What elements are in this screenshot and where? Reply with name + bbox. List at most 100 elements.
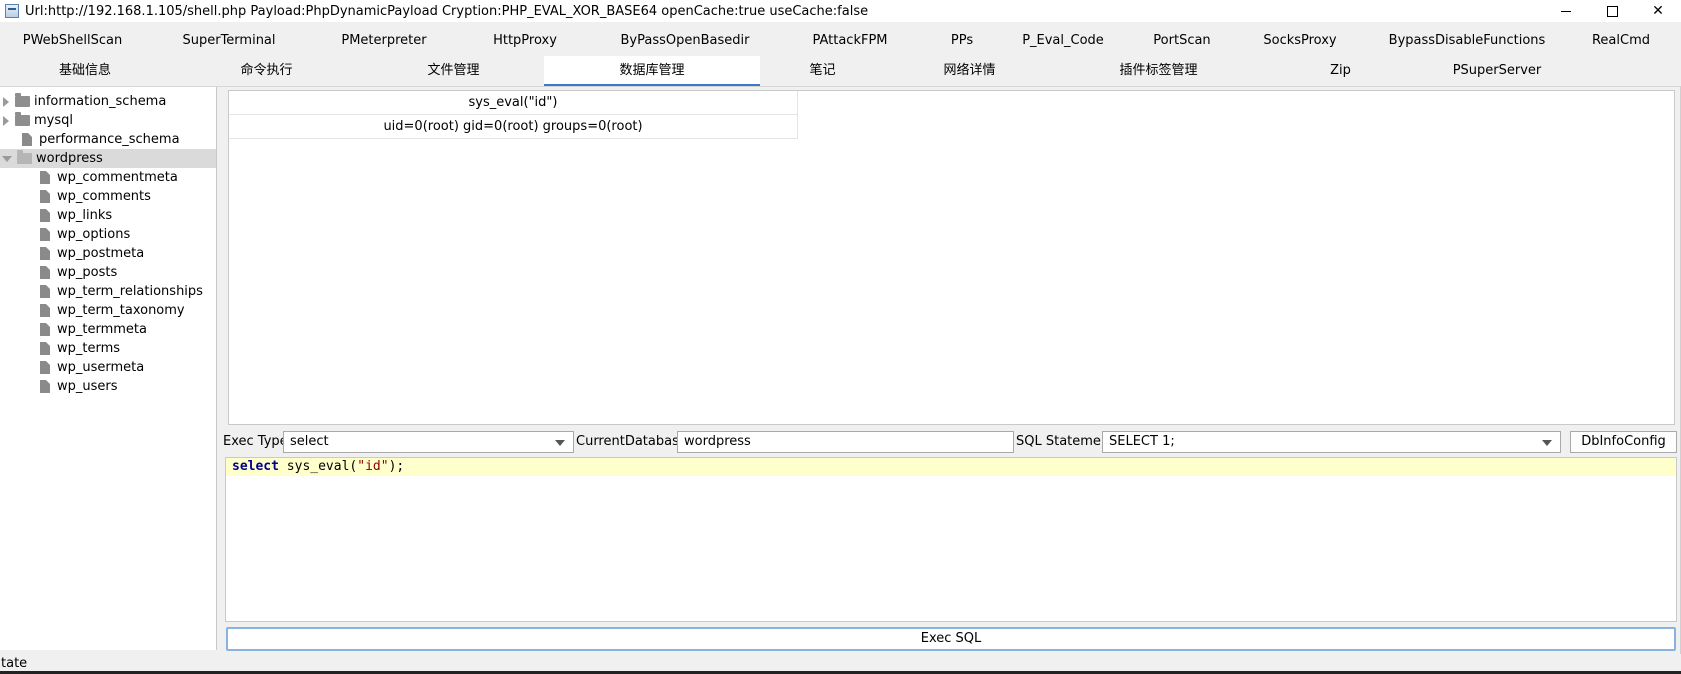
- current-database-value: wordpress: [684, 434, 751, 449]
- exec-type-label: Exec Type: [223, 434, 288, 449]
- tab-psuperserver[interactable]: PSuperServer: [1418, 56, 1576, 86]
- tree-node-label: mysql: [34, 113, 73, 128]
- tree-node-label: information_schema: [34, 94, 167, 109]
- tree-table-item[interactable]: wp_links: [0, 206, 216, 225]
- expand-arrow-icon[interactable]: [3, 115, 9, 126]
- database-tree: information_schema mysql performance_sch…: [0, 87, 217, 650]
- tab-plugin-manager[interactable]: 插件标签管理: [1054, 56, 1263, 86]
- table-icon: [40, 380, 50, 393]
- tab-portscan[interactable]: PortScan: [1127, 33, 1237, 48]
- tab-notes[interactable]: 笔记: [760, 56, 885, 86]
- sql-statement-value: SELECT 1;: [1109, 434, 1175, 449]
- tree-node-information-schema[interactable]: information_schema: [0, 92, 216, 111]
- tab-realcmd[interactable]: RealCmd: [1571, 33, 1671, 48]
- folder-icon: [15, 112, 30, 126]
- dbinfo-config-button[interactable]: DbInfoConfig: [1570, 431, 1677, 453]
- tree-table-item[interactable]: wp_usermeta: [0, 358, 216, 377]
- editor-current-line[interactable]: select sys_eval("id");: [226, 458, 1676, 476]
- table-name: wp_terms: [57, 341, 121, 356]
- table-icon: [40, 228, 50, 241]
- table-name: wp_comments: [57, 189, 151, 204]
- table-name: wp_posts: [57, 265, 118, 280]
- chevron-down-icon: [555, 440, 565, 446]
- app-window: Url:http://192.168.1.105/shell.php Paylo…: [0, 0, 1681, 674]
- query-results-table: sys_eval("id") uid=0(root) gid=0(root) g…: [228, 90, 1675, 425]
- close-button[interactable]: ✕: [1635, 0, 1681, 22]
- tree-node-mysql[interactable]: mysql: [0, 111, 216, 130]
- tab-pattackfpm[interactable]: PAttackFPM: [775, 33, 925, 48]
- tab-file-manager[interactable]: 文件管理: [363, 56, 544, 86]
- tree-table-item[interactable]: wp_terms: [0, 339, 216, 358]
- tab-database-manager[interactable]: 数据库管理: [544, 56, 760, 86]
- close-icon: ✕: [1652, 3, 1664, 19]
- current-database-label: CurrentDatabase: [576, 434, 687, 449]
- exec-sql-button[interactable]: Exec SQL: [226, 627, 1676, 651]
- tab-pps[interactable]: PPs: [925, 33, 999, 48]
- tab-socksproxy[interactable]: SocksProxy: [1237, 33, 1363, 48]
- open-folder-icon: [17, 150, 32, 164]
- tab-pmeterpreter[interactable]: PMeterpreter: [313, 33, 455, 48]
- collapse-arrow-icon[interactable]: [2, 155, 12, 162]
- tab-command-exec[interactable]: 命令执行: [170, 56, 363, 86]
- column-header[interactable]: sys_eval("id"): [229, 91, 798, 115]
- tree-node-wordpress[interactable]: wordpress: [0, 149, 216, 168]
- table-name: wp_postmeta: [57, 246, 145, 261]
- window-title: Url:http://192.168.1.105/shell.php Paylo…: [25, 3, 869, 19]
- tree-table-item[interactable]: wp_termmeta: [0, 320, 216, 339]
- window-controls: ✕: [1543, 0, 1681, 22]
- minimize-button[interactable]: [1543, 0, 1589, 22]
- exec-type-select[interactable]: select: [283, 431, 574, 453]
- tree-node-label: performance_schema: [39, 132, 180, 147]
- table-name: wp_users: [57, 379, 118, 394]
- tree-table-item[interactable]: wp_comments: [0, 187, 216, 206]
- table-name: wp_term_taxonomy: [57, 303, 185, 318]
- plugin-tab-bar: PWebShellScan SuperTerminal PMeterpreter…: [0, 24, 1681, 56]
- sql-keyword: select: [232, 459, 279, 474]
- current-database-input[interactable]: wordpress: [677, 431, 1014, 453]
- table-icon: [40, 342, 50, 355]
- table-icon: [40, 361, 50, 374]
- table-name: wp_commentmeta: [57, 170, 178, 185]
- table-icon: [40, 171, 50, 184]
- table-name: wp_links: [57, 208, 113, 223]
- table-icon: [40, 323, 50, 336]
- tab-basic-info[interactable]: 基础信息: [0, 56, 170, 86]
- minimize-icon: [1561, 10, 1571, 12]
- tree-table-item[interactable]: wp_commentmeta: [0, 168, 216, 187]
- tree-node-label: wordpress: [36, 151, 103, 166]
- tree-table-item[interactable]: wp_options: [0, 225, 216, 244]
- table-name: wp_usermeta: [57, 360, 145, 375]
- tree-table-item[interactable]: wp_posts: [0, 263, 216, 282]
- tab-httpproxy[interactable]: HttpProxy: [455, 33, 595, 48]
- tab-network-details[interactable]: 网络详情: [885, 56, 1054, 86]
- maximize-icon: [1606, 5, 1618, 17]
- table-icon: [40, 285, 50, 298]
- tab-superterminal[interactable]: SuperTerminal: [145, 33, 313, 48]
- sql-statement-select[interactable]: SELECT 1;: [1102, 431, 1561, 453]
- tree-table-item[interactable]: wp_postmeta: [0, 244, 216, 263]
- tree-table-item[interactable]: wp_users: [0, 377, 216, 396]
- table-icon: [40, 304, 50, 317]
- tab-p-eval-code[interactable]: P_Eval_Code: [999, 33, 1127, 48]
- table-icon: [40, 266, 50, 279]
- tab-bypassdisablefunctions[interactable]: BypassDisableFunctions: [1363, 33, 1571, 48]
- sql-controls: Exec Type select CurrentDatabase wordpre…: [222, 431, 1677, 453]
- tree-table-item[interactable]: wp_term_relationships: [0, 282, 216, 301]
- app-icon: [5, 4, 19, 18]
- maximize-button[interactable]: [1589, 0, 1635, 22]
- folder-icon: [15, 93, 30, 107]
- table-icon: [40, 209, 50, 222]
- tree-node-performance-schema[interactable]: performance_schema: [0, 130, 216, 149]
- sql-editor[interactable]: select sys_eval("id");: [225, 457, 1677, 622]
- tab-zip[interactable]: Zip: [1263, 56, 1418, 86]
- tab-bypassopenbasedir[interactable]: ByPassOpenBasedir: [595, 33, 775, 48]
- table-icon: [40, 190, 50, 203]
- tree-table-item[interactable]: wp_term_taxonomy: [0, 301, 216, 320]
- result-cell[interactable]: uid=0(root) gid=0(root) groups=0(root): [229, 115, 798, 139]
- expand-arrow-icon[interactable]: [3, 96, 9, 107]
- tab-pwebshellscan[interactable]: PWebShellScan: [0, 33, 145, 48]
- sql-tail: );: [388, 459, 405, 474]
- sql-string: "id": [357, 459, 389, 474]
- title-bar: Url:http://192.168.1.105/shell.php Paylo…: [0, 0, 1681, 22]
- table-icon: [40, 247, 50, 260]
